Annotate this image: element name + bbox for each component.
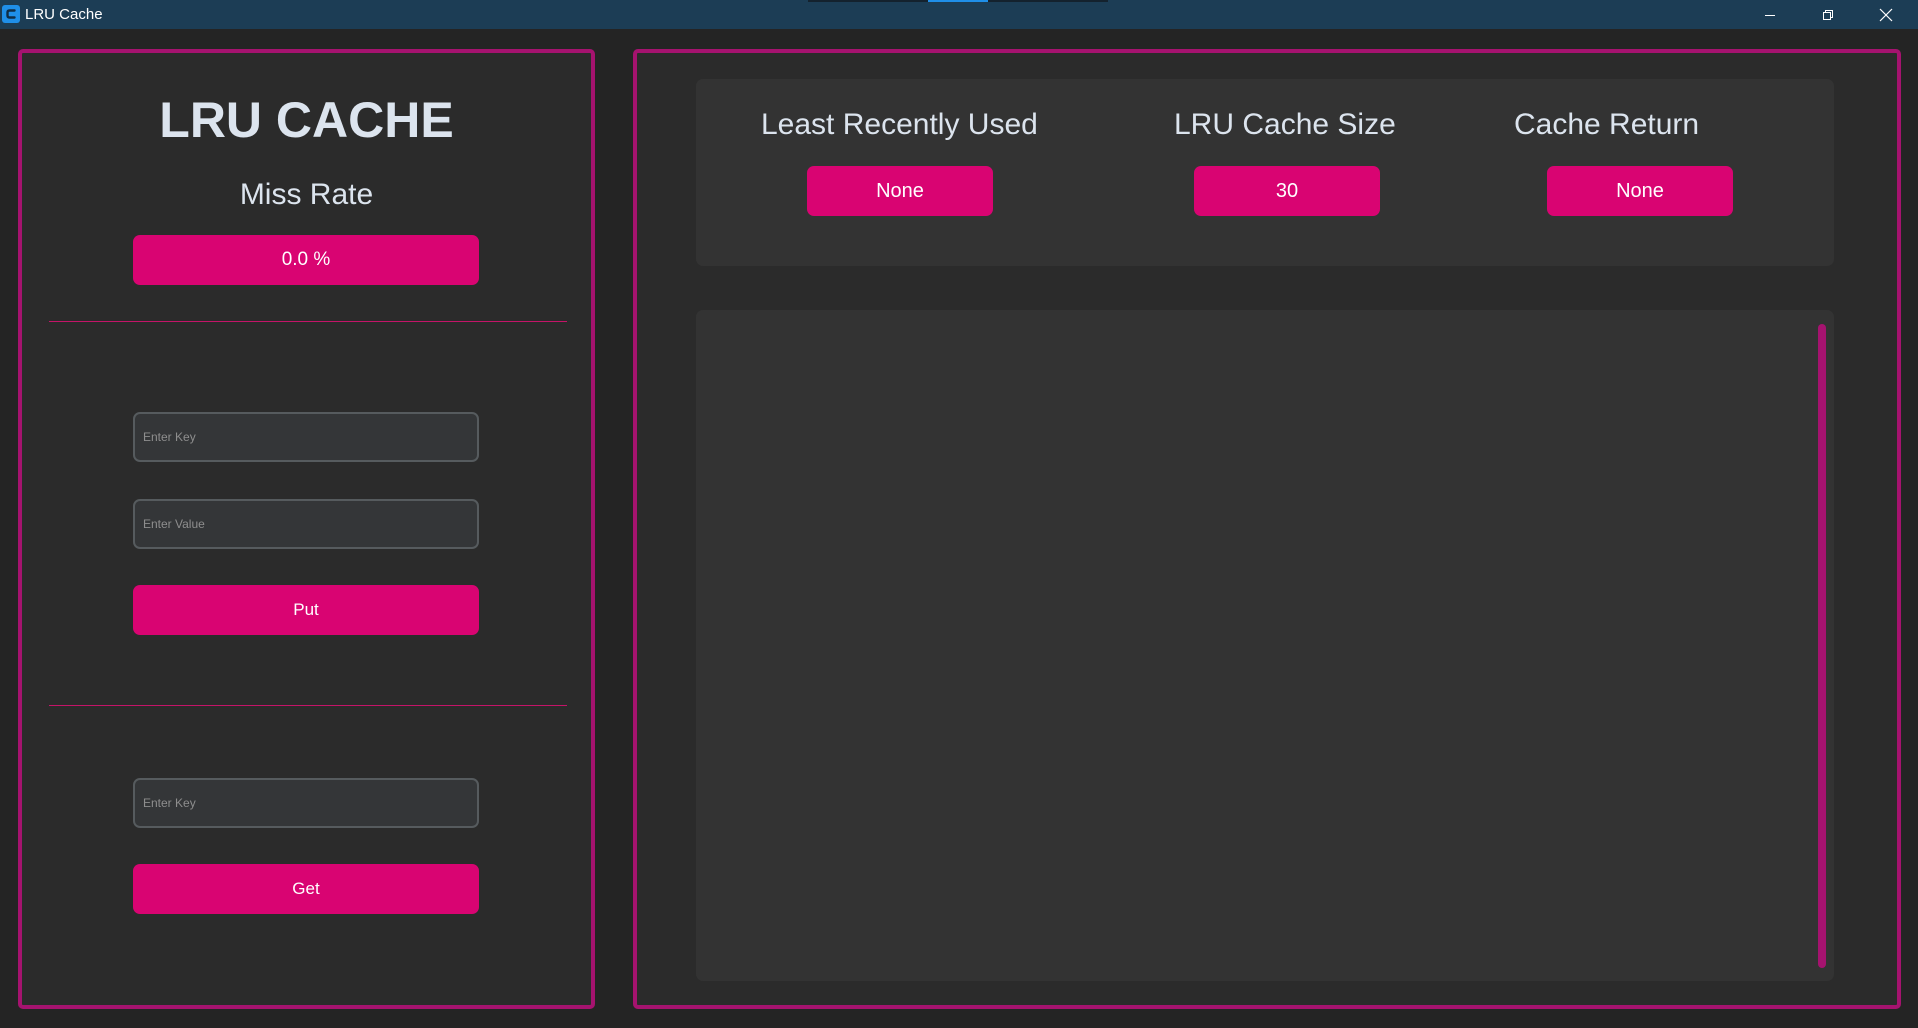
titlebar-strip-active (928, 0, 988, 2)
window-title: LRU Cache (25, 6, 103, 23)
title-bar: LRU Cache (0, 0, 1918, 29)
cache-contents-area[interactable] (696, 310, 1834, 981)
restore-icon (1823, 9, 1833, 20)
app-heading: LRU CACHE (159, 92, 454, 148)
app-logo-icon (2, 5, 20, 23)
lru-value-display: None (807, 166, 993, 216)
cache-return-display: None (1547, 166, 1733, 216)
divider (49, 321, 567, 322)
status-frame: Least Recently Used None LRU Cache Size … (696, 79, 1834, 266)
close-button[interactable] (1857, 0, 1915, 29)
restore-button[interactable] (1799, 0, 1857, 29)
control-panel: LRU CACHE Miss Rate 0.0 % Put Get (18, 49, 595, 1009)
lru-label: Least Recently Used (761, 108, 1038, 141)
cache-size-label: LRU Cache Size (1174, 108, 1396, 141)
close-icon (1879, 8, 1893, 21)
divider (49, 705, 567, 706)
put-key-input[interactable] (133, 412, 479, 462)
cache-view-panel: Least Recently Used None LRU Cache Size … (633, 49, 1901, 1009)
put-button[interactable]: Put (133, 585, 479, 635)
titlebar-strip (988, 0, 1108, 2)
titlebar-strip (808, 0, 928, 2)
scrollbar[interactable] (1818, 324, 1826, 968)
miss-rate-label: Miss Rate (239, 178, 374, 211)
cache-size-display: 30 (1194, 166, 1380, 216)
minimize-icon (1765, 14, 1775, 16)
miss-rate-display: 0.0 % (133, 235, 479, 285)
minimize-button[interactable] (1741, 0, 1799, 29)
get-key-input[interactable] (133, 778, 479, 828)
cache-return-label: Cache Return (1514, 108, 1700, 141)
put-value-input[interactable] (133, 499, 479, 549)
get-button[interactable]: Get (133, 864, 479, 914)
